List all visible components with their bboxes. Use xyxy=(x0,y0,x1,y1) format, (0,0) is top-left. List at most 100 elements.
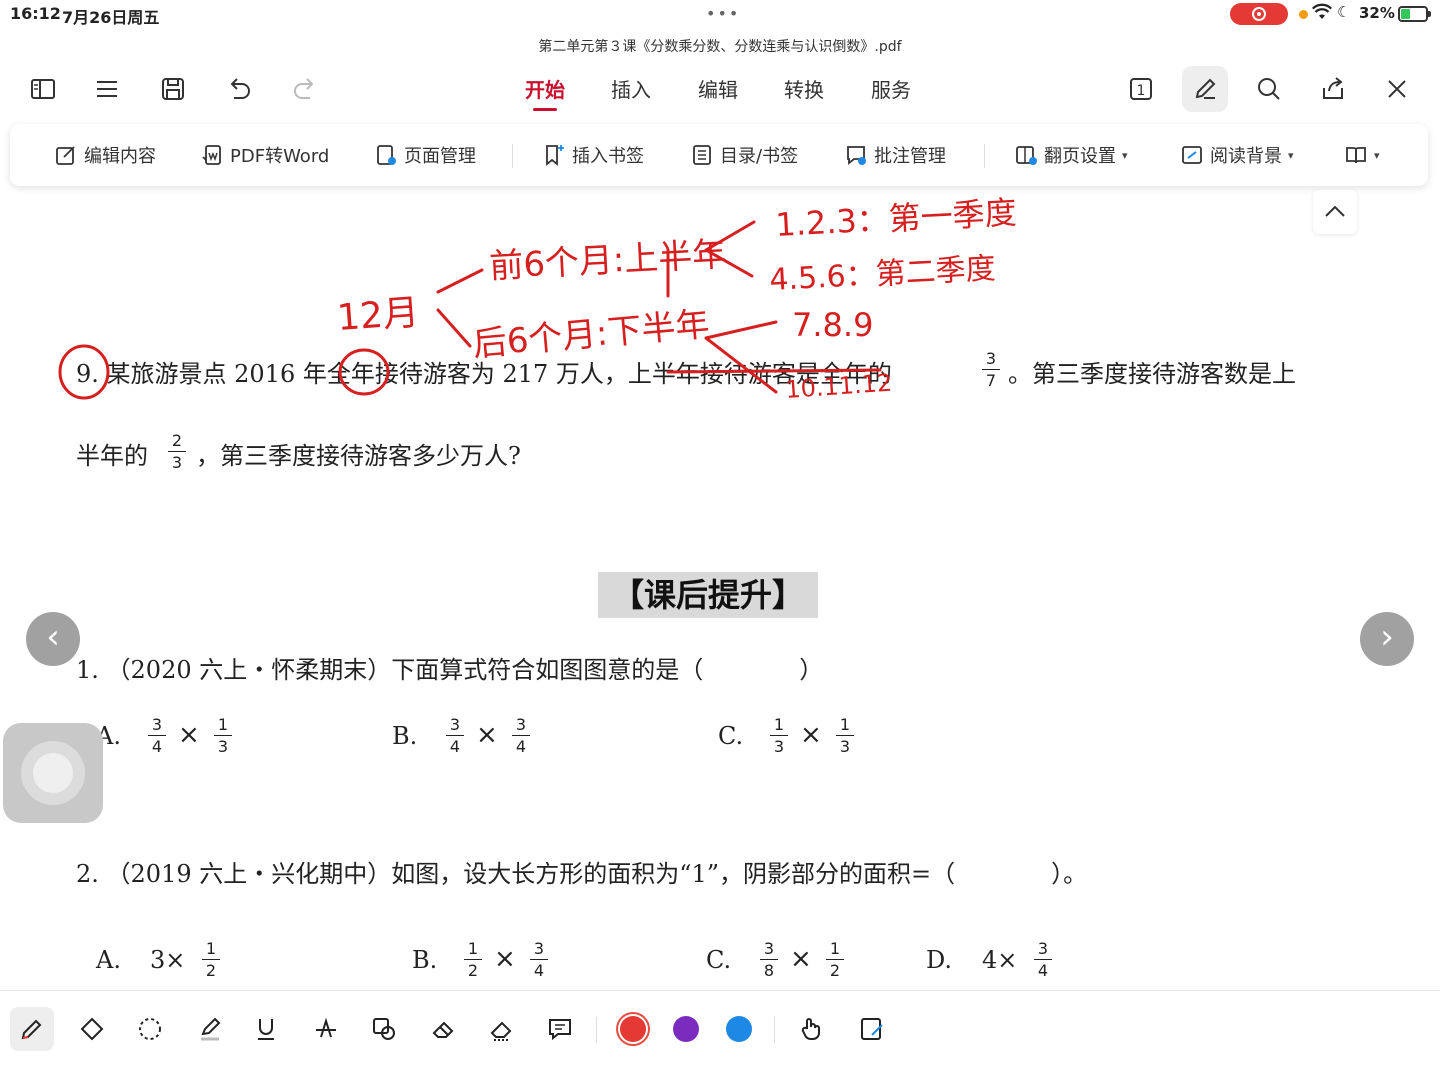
pdf-to-word-label: PDF转Word xyxy=(230,146,330,167)
q9-line2-text-end: ，第三季度接待游客多少万人? xyxy=(196,442,521,470)
times-sign: × xyxy=(476,720,498,750)
menu-icon[interactable] xyxy=(92,74,122,104)
edit-note-tool-button[interactable] xyxy=(854,1011,890,1047)
tab-start[interactable]: 开始 xyxy=(525,74,565,111)
document-title: 第二单元第３课《分数乘分数、分数连乘与认识倒数》.pdf xyxy=(538,39,902,55)
page-manage-label: 页面管理 xyxy=(404,146,476,167)
close-icon[interactable] xyxy=(1382,74,1412,104)
q9-fraction-1: 37 xyxy=(982,350,1000,389)
highlighter-tool-button[interactable] xyxy=(192,1011,228,1047)
page-turn-icon xyxy=(1014,143,1038,167)
status-bar: 16:12 7月26日周五 ••• ☾ 32% xyxy=(0,0,1440,30)
eraser-tool-button[interactable] xyxy=(426,1011,462,1047)
q1-option-b-frac1: 34 xyxy=(446,716,464,755)
focus-moon-icon: ☾ xyxy=(1337,3,1351,21)
edit-content-icon xyxy=(54,143,78,167)
q1-stem: 1. （2020 六上・怀柔期末）下面算式符合如图图意的是（ ） xyxy=(76,656,824,684)
underline-tool-button[interactable] xyxy=(248,1011,284,1047)
reading-mode-button[interactable]: ▾ xyxy=(1344,142,1380,168)
previous-page-button[interactable]: ‹ xyxy=(26,612,80,666)
insert-bookmark-label: 插入书签 xyxy=(572,146,644,167)
pen-color-blue[interactable] xyxy=(726,1016,752,1042)
hand-scroll-tool-button[interactable] xyxy=(794,1011,830,1047)
q9-fraction-2: 23 xyxy=(168,432,186,471)
top-menu-bar: 开始 插入 编辑 转换 服务 1 xyxy=(0,60,1440,116)
edit-content-button[interactable]: 编辑内容 xyxy=(54,142,156,168)
lasso-tool-button[interactable] xyxy=(132,1011,168,1047)
times-sign: × xyxy=(790,944,812,974)
status-time: 16:12 xyxy=(10,4,61,23)
reading-background-label: 阅读背景 xyxy=(1210,146,1282,167)
q1-option-b-label: B. xyxy=(392,722,418,750)
q9-line2-text: 半年的 xyxy=(76,442,148,470)
assistive-touch-button[interactable] xyxy=(3,723,103,823)
diamond-shape-icon xyxy=(80,1017,104,1041)
redo-icon[interactable] xyxy=(290,74,320,104)
pen-icon xyxy=(21,1019,42,1040)
pdf-to-word-button[interactable]: PDF转Word xyxy=(200,142,329,168)
q2-option-a-label: A. xyxy=(96,946,121,974)
q2-option-d-label: D. xyxy=(926,946,953,974)
hand-icon xyxy=(801,1018,820,1040)
q2-option-d-frac1: 34 xyxy=(1034,940,1052,979)
page-turn-label: 翻页设置 xyxy=(1044,146,1116,167)
times-sign: × xyxy=(178,720,200,750)
q1-option-a-frac1: 34 xyxy=(148,716,166,755)
sidebar-toggle-icon[interactable] xyxy=(28,74,58,104)
annotation-manage-label: 批注管理 xyxy=(874,146,946,167)
chevron-down-icon: ▾ xyxy=(1122,148,1128,162)
next-page-button[interactable]: › xyxy=(1360,612,1414,666)
reading-background-button[interactable]: 阅读背景 ▾ xyxy=(1180,142,1294,168)
undo-icon[interactable] xyxy=(224,74,254,104)
page-manage-icon xyxy=(374,143,398,167)
share-icon[interactable] xyxy=(1318,74,1348,104)
q1-option-c-frac1: 13 xyxy=(770,716,788,755)
strikethrough-tool-button[interactable] xyxy=(308,1011,344,1047)
wifi-icon xyxy=(1312,3,1332,25)
mic-indicator-icon xyxy=(1299,10,1308,19)
area-eraser-tool-button[interactable] xyxy=(484,1011,520,1047)
screen-recording-icon[interactable] xyxy=(1230,3,1288,25)
chevron-down-icon: ▾ xyxy=(1374,148,1380,162)
q1-option-a-frac2: 13 xyxy=(214,716,232,755)
tab-edit[interactable]: 编辑 xyxy=(698,74,738,103)
shape-recognize-tool-button[interactable] xyxy=(366,1011,402,1047)
q1-option-b-frac2: 34 xyxy=(512,716,530,755)
q2-option-c-frac2: 12 xyxy=(826,940,844,979)
pen-color-red[interactable] xyxy=(620,1016,646,1042)
toc-bookmark-button[interactable]: 目录/书签 xyxy=(690,142,798,168)
pen-color-purple[interactable] xyxy=(673,1016,699,1042)
times-sign: × xyxy=(800,720,822,750)
annotation-manage-button[interactable]: 批注管理 xyxy=(844,142,946,168)
page-number-icon[interactable]: 1 xyxy=(1126,74,1156,104)
chevron-down-icon: ▾ xyxy=(1288,148,1294,162)
annotation-toolbar xyxy=(0,990,1440,1080)
multitask-dots-icon[interactable]: ••• xyxy=(706,4,740,23)
bookmark-add-icon xyxy=(542,143,566,167)
save-icon[interactable] xyxy=(158,74,188,104)
tab-convert[interactable]: 转换 xyxy=(784,74,824,103)
tab-service[interactable]: 服务 xyxy=(871,74,911,103)
battery-percent: 32% xyxy=(1359,4,1395,22)
ribbon-toolbar: 编辑内容 PDF转Word 页面管理 插入书签 目录/书签 批注管理 翻页设置 … xyxy=(10,124,1428,186)
q9-line1-text-end: 。第三季度接待游客数是上 xyxy=(1008,360,1296,388)
shape-tool-button[interactable] xyxy=(74,1011,110,1047)
q2-option-b-frac2: 34 xyxy=(530,940,548,979)
reading-background-icon xyxy=(1180,143,1204,167)
search-icon[interactable] xyxy=(1254,74,1284,104)
q2-option-b-frac1: 12 xyxy=(464,940,482,979)
insert-bookmark-button[interactable]: 插入书签 xyxy=(542,142,644,168)
underline-icon xyxy=(258,1019,274,1040)
pen-tool-button[interactable] xyxy=(10,1007,54,1051)
edit-note-icon xyxy=(861,1018,883,1040)
page-manage-button[interactable]: 页面管理 xyxy=(374,142,476,168)
q2-option-a-frac1: 12 xyxy=(202,940,220,979)
tab-insert[interactable]: 插入 xyxy=(611,74,651,103)
chevron-right-icon: › xyxy=(1380,617,1394,657)
page-turn-settings-button[interactable]: 翻页设置 ▾ xyxy=(1014,142,1128,168)
chevron-left-icon: ‹ xyxy=(46,617,60,657)
toc-icon xyxy=(690,143,714,167)
annotate-pen-icon[interactable] xyxy=(1190,74,1220,104)
comment-tool-button[interactable] xyxy=(542,1011,578,1047)
status-date: 7月26日周五 xyxy=(62,8,160,27)
